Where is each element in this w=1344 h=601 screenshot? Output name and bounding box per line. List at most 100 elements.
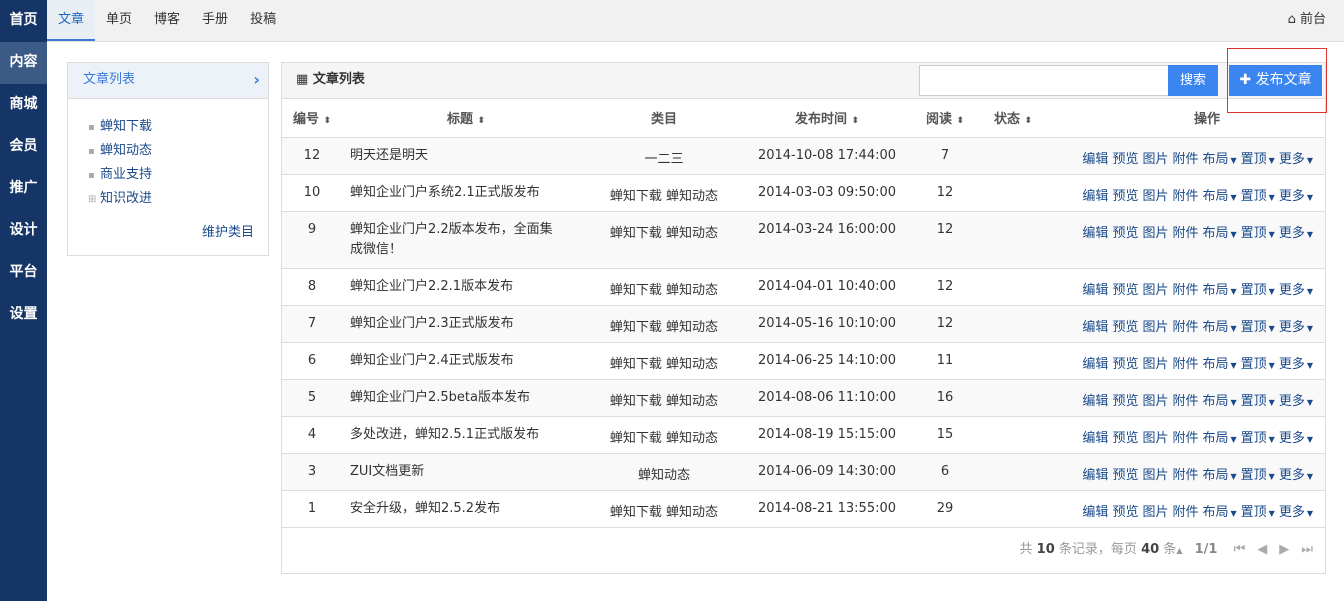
article-title[interactable]: 明天还是明天 (342, 137, 590, 175)
action-3[interactable]: 附件 (1170, 320, 1198, 335)
action-2[interactable]: 图片 (1140, 468, 1168, 483)
action-0[interactable]: 编辑 (1080, 468, 1108, 483)
article-title[interactable]: 多处改进，蝉知2.5.1正式版发布 (342, 416, 590, 454)
action-0[interactable]: 编辑 (1080, 357, 1108, 372)
category-panel-header[interactable]: 文章列表 › (68, 63, 268, 99)
action-3[interactable]: 附件 (1170, 226, 1198, 241)
sidebar-item[interactable]: 内容 (0, 42, 47, 84)
action-6[interactable]: 更多 ▼ (1277, 394, 1313, 409)
action-5[interactable]: 置顶 ▼ (1239, 226, 1275, 241)
action-4[interactable]: 布局 ▼ (1200, 320, 1236, 335)
action-4[interactable]: 布局 ▼ (1200, 189, 1236, 204)
tab[interactable]: 手册 (191, 0, 239, 41)
action-2[interactable]: 图片 (1140, 283, 1168, 298)
column-header[interactable]: 状态 ⬍ (974, 99, 1050, 138)
action-4[interactable]: 布局 ▼ (1200, 505, 1236, 520)
action-2[interactable]: 图片 (1140, 394, 1168, 409)
action-2[interactable]: 图片 (1140, 431, 1168, 446)
frontend-link[interactable]: ⌂ 前台 (1288, 0, 1326, 40)
action-4[interactable]: 布局 ▼ (1200, 431, 1236, 446)
tab[interactable]: 博客 (143, 0, 191, 41)
search-input[interactable] (919, 65, 1169, 96)
action-2[interactable]: 图片 (1140, 357, 1168, 372)
action-6[interactable]: 更多 ▼ (1277, 505, 1313, 520)
action-0[interactable]: 编辑 (1080, 505, 1108, 520)
search-button[interactable]: 搜索 (1168, 65, 1218, 96)
action-6[interactable]: 更多 ▼ (1277, 152, 1313, 167)
article-title[interactable]: 蝉知企业门户2.3正式版发布 (342, 305, 590, 343)
column-header[interactable]: 发布时间 ⬍ (738, 99, 916, 138)
category-item[interactable]: ▪ 蝉知动态 (88, 139, 268, 163)
action-2[interactable]: 图片 (1140, 189, 1168, 204)
action-2[interactable]: 图片 (1140, 505, 1168, 520)
action-1[interactable]: 预览 (1110, 357, 1138, 372)
article-title[interactable]: 安全升级，蝉知2.5.2发布 (342, 490, 590, 528)
action-6[interactable]: 更多 ▼ (1277, 226, 1313, 241)
action-2[interactable]: 图片 (1140, 320, 1168, 335)
column-header[interactable]: 阅读 ⬍ (916, 99, 974, 138)
action-5[interactable]: 置顶 ▼ (1239, 394, 1275, 409)
per-page-select[interactable]: 40 (1141, 542, 1159, 557)
action-5[interactable]: 置顶 ▼ (1239, 357, 1275, 372)
action-6[interactable]: 更多 ▼ (1277, 431, 1313, 446)
sidebar-item[interactable]: 首页 (0, 0, 47, 42)
sidebar-item[interactable]: 推广 (0, 168, 47, 210)
action-1[interactable]: 预览 (1110, 431, 1138, 446)
action-0[interactable]: 编辑 (1080, 394, 1108, 409)
tab[interactable]: 文章 (47, 0, 96, 41)
action-5[interactable]: 置顶 ▼ (1239, 152, 1275, 167)
category-item[interactable]: ▪ 商业支持 (88, 163, 268, 187)
action-1[interactable]: 预览 (1110, 189, 1138, 204)
article-title[interactable]: 蝉知企业门户2.2版本发布，全面集成微信！ (342, 211, 590, 269)
column-header[interactable]: 标题 ⬍ (342, 99, 590, 138)
action-4[interactable]: 布局 ▼ (1200, 283, 1236, 298)
sidebar-item[interactable]: 平台 (0, 252, 47, 294)
action-2[interactable]: 图片 (1140, 226, 1168, 241)
sidebar-item[interactable]: 设计 (0, 210, 47, 252)
action-5[interactable]: 置顶 ▼ (1239, 283, 1275, 298)
action-4[interactable]: 布局 ▼ (1200, 357, 1236, 372)
prev-page-icon[interactable]: ◀ (1257, 542, 1267, 557)
action-2[interactable]: 图片 (1140, 152, 1168, 167)
action-5[interactable]: 置顶 ▼ (1239, 468, 1275, 483)
action-4[interactable]: 布局 ▼ (1200, 394, 1236, 409)
column-header[interactable]: 编号 ⬍ (282, 99, 342, 138)
sidebar-item[interactable]: 商城 (0, 84, 47, 126)
next-page-icon[interactable]: ▶ (1279, 542, 1289, 557)
tab[interactable]: 单页 (95, 0, 143, 41)
action-5[interactable]: 置顶 ▼ (1239, 320, 1275, 335)
action-5[interactable]: 置顶 ▼ (1239, 431, 1275, 446)
action-0[interactable]: 编辑 (1080, 189, 1108, 204)
action-5[interactable]: 置顶 ▼ (1239, 505, 1275, 520)
action-6[interactable]: 更多 ▼ (1277, 320, 1313, 335)
caret-up-icon[interactable]: ▲ (1176, 546, 1182, 555)
last-page-icon[interactable]: ⏭ (1301, 542, 1313, 557)
action-1[interactable]: 预览 (1110, 283, 1138, 298)
action-6[interactable]: 更多 ▼ (1277, 189, 1313, 204)
sidebar-item[interactable]: 会员 (0, 126, 47, 168)
action-4[interactable]: 布局 ▼ (1200, 226, 1236, 241)
article-title[interactable]: 蝉知企业门户2.4正式版发布 (342, 342, 590, 380)
action-3[interactable]: 附件 (1170, 189, 1198, 204)
action-3[interactable]: 附件 (1170, 505, 1198, 520)
article-title[interactable]: ZUI文档更新 (342, 453, 590, 491)
action-0[interactable]: 编辑 (1080, 152, 1108, 167)
action-3[interactable]: 附件 (1170, 283, 1198, 298)
action-1[interactable]: 预览 (1110, 320, 1138, 335)
action-1[interactable]: 预览 (1110, 505, 1138, 520)
action-4[interactable]: 布局 ▼ (1200, 152, 1236, 167)
action-1[interactable]: 预览 (1110, 152, 1138, 167)
action-0[interactable]: 编辑 (1080, 320, 1108, 335)
article-title[interactable]: 蝉知企业门户2.2.1版本发布 (342, 268, 590, 306)
action-1[interactable]: 预览 (1110, 394, 1138, 409)
action-3[interactable]: 附件 (1170, 468, 1198, 483)
action-1[interactable]: 预览 (1110, 226, 1138, 241)
action-6[interactable]: 更多 ▼ (1277, 468, 1313, 483)
tab[interactable]: 投稿 (239, 0, 287, 41)
action-3[interactable]: 附件 (1170, 357, 1198, 372)
action-6[interactable]: 更多 ▼ (1277, 357, 1313, 372)
maintain-categories-link[interactable]: 维护类目 (202, 221, 254, 240)
category-item[interactable]: ▪ 蝉知下载 (88, 115, 268, 139)
article-title[interactable]: 蝉知企业门户2.5beta版本发布 (342, 379, 590, 417)
sidebar-item[interactable]: 设置 (0, 294, 47, 336)
